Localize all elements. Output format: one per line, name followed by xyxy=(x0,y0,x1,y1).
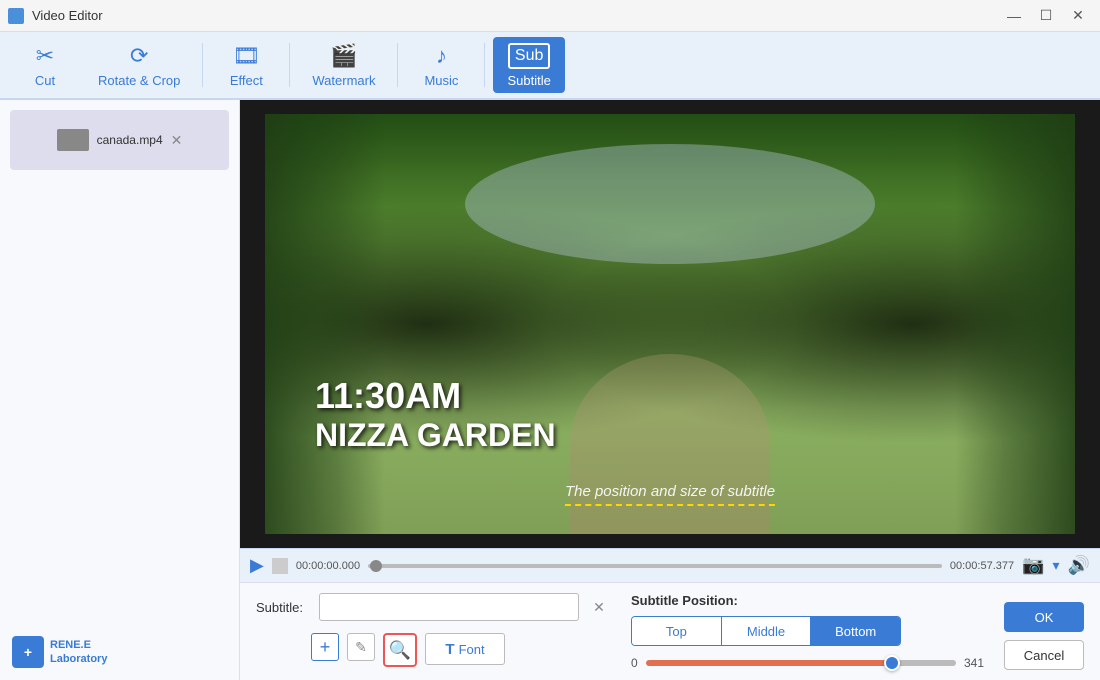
time-end: 00:00:57.377 xyxy=(950,560,1014,572)
font-button[interactable]: T Font xyxy=(425,633,505,665)
video-time-text: 11:30AM xyxy=(315,375,556,417)
logo-icon: + xyxy=(12,636,44,668)
right-tree xyxy=(955,114,1075,534)
sky xyxy=(465,144,875,264)
main-area: canada.mp4 ✕ 11:30AM NIZ xyxy=(0,100,1100,680)
close-file-button[interactable]: ✕ xyxy=(171,132,183,149)
divider-2 xyxy=(289,43,290,87)
subtitle-field-label: Subtitle: xyxy=(256,600,311,615)
tab-music[interactable]: ♪ Music xyxy=(406,37,476,93)
subtitle-actions: + ✎ 🔍 T Font xyxy=(311,633,611,667)
slider-thumb[interactable] xyxy=(884,655,900,671)
title-bar: Video Editor — ☐ ✕ xyxy=(0,0,1100,32)
clear-subtitle-button[interactable]: ✕ xyxy=(587,595,611,619)
ok-cancel-section: OK Cancel xyxy=(1004,602,1084,670)
video-overlay: 11:30AM NIZZA GARDEN xyxy=(315,375,556,454)
thumbnail xyxy=(57,129,89,151)
time-start: 00:00:00.000 xyxy=(296,560,360,572)
tab-effect[interactable]: 🎞 Effect xyxy=(211,37,281,93)
playback-bar: ▶ 00:00:00.000 00:00:57.377 📷 ▾ 🔊 xyxy=(240,548,1100,582)
subtitle-hint-text: The position and size of subtitle xyxy=(565,483,775,506)
cancel-button[interactable]: Cancel xyxy=(1004,640,1084,670)
divider-3 xyxy=(397,43,398,87)
slider-row: 0 341 xyxy=(631,656,984,670)
music-label: Music xyxy=(424,73,458,88)
watermark-label: Watermark xyxy=(312,73,375,88)
video-container: 11:30AM NIZZA GARDEN The position and si… xyxy=(240,100,1100,548)
position-slider[interactable] xyxy=(646,660,956,666)
position-buttons: Top Middle Bottom xyxy=(631,616,901,646)
position-middle-button[interactable]: Middle xyxy=(722,617,812,645)
dropdown-icon[interactable]: ▾ xyxy=(1053,557,1060,574)
edit-subtitle-button[interactable]: ✎ xyxy=(347,633,375,661)
filename: canada.mp4 xyxy=(97,133,163,147)
logo: + RENE.E Laboratory xyxy=(12,636,107,668)
subtitle-input-row: Subtitle: ✕ xyxy=(256,593,611,621)
video-preview: 11:30AM NIZZA GARDEN The position and si… xyxy=(265,114,1075,534)
video-location-text: NIZZA GARDEN xyxy=(315,417,556,454)
title-bar-left: Video Editor xyxy=(8,8,103,24)
toolbar: ✂ Cut ⟳ Rotate & Crop 🎞 Effect 🎬 Waterma… xyxy=(0,32,1100,100)
slider-max: 341 xyxy=(964,656,984,670)
path xyxy=(570,354,770,534)
effect-icon: 🎞 xyxy=(232,43,260,69)
file-tab[interactable]: canada.mp4 ✕ xyxy=(10,110,229,170)
video-section: 11:30AM NIZZA GARDEN The position and si… xyxy=(240,100,1100,680)
position-top-button[interactable]: Top xyxy=(632,617,722,645)
minimize-button[interactable]: — xyxy=(1000,4,1028,28)
cut-label: Cut xyxy=(35,73,55,88)
tab-watermark[interactable]: 🎬 Watermark xyxy=(298,37,389,93)
search-subtitle-button[interactable]: 🔍 xyxy=(383,633,417,667)
subtitle-label: Subtitle xyxy=(507,73,550,88)
maximize-button[interactable]: ☐ xyxy=(1032,4,1060,28)
ok-button[interactable]: OK xyxy=(1004,602,1084,632)
seek-bar[interactable] xyxy=(368,564,942,568)
position-section-label: Subtitle Position: xyxy=(631,593,984,608)
subtitle-input[interactable] xyxy=(319,593,579,621)
app-title: Video Editor xyxy=(32,8,103,23)
screenshot-icon[interactable]: 📷 xyxy=(1022,555,1044,576)
add-subtitle-button[interactable]: + xyxy=(311,633,339,661)
font-t-icon: T xyxy=(445,641,454,658)
title-bar-controls: — ☐ ✕ xyxy=(1000,4,1092,28)
cut-icon: ✂ xyxy=(36,43,54,69)
effect-label: Effect xyxy=(230,73,263,88)
logo-text: RENE.E Laboratory xyxy=(50,638,107,667)
rotate-icon: ⟳ xyxy=(130,43,148,69)
music-icon: ♪ xyxy=(436,43,447,69)
position-section: Subtitle Position: Top Middle Bottom 0 3… xyxy=(631,593,984,670)
divider-1 xyxy=(202,43,203,87)
watermark-icon: 🎬 xyxy=(330,43,357,69)
sidebar: canada.mp4 ✕ xyxy=(0,100,240,680)
rotate-label: Rotate & Crop xyxy=(98,73,180,88)
font-label: Font xyxy=(459,642,485,657)
left-tree xyxy=(265,114,385,534)
play-button[interactable]: ▶ xyxy=(250,555,264,576)
position-bottom-button[interactable]: Bottom xyxy=(811,617,900,645)
slider-min: 0 xyxy=(631,656,638,670)
tab-cut[interactable]: ✂ Cut xyxy=(10,37,80,93)
close-button[interactable]: ✕ xyxy=(1064,4,1092,28)
stop-button[interactable] xyxy=(272,558,288,574)
seek-handle[interactable] xyxy=(370,560,382,572)
subtitle-icon: Sub xyxy=(508,43,550,69)
divider-4 xyxy=(484,43,485,87)
bottom-panel: Subtitle: ✕ + ✎ 🔍 T Font Subtitle Positi… xyxy=(240,582,1100,680)
tab-subtitle[interactable]: Sub Subtitle xyxy=(493,37,564,93)
volume-icon[interactable]: 🔊 xyxy=(1068,555,1090,576)
tab-rotate-crop[interactable]: ⟳ Rotate & Crop xyxy=(84,37,194,93)
subtitle-section: Subtitle: ✕ + ✎ 🔍 T Font xyxy=(256,593,611,667)
app-icon xyxy=(8,8,24,24)
